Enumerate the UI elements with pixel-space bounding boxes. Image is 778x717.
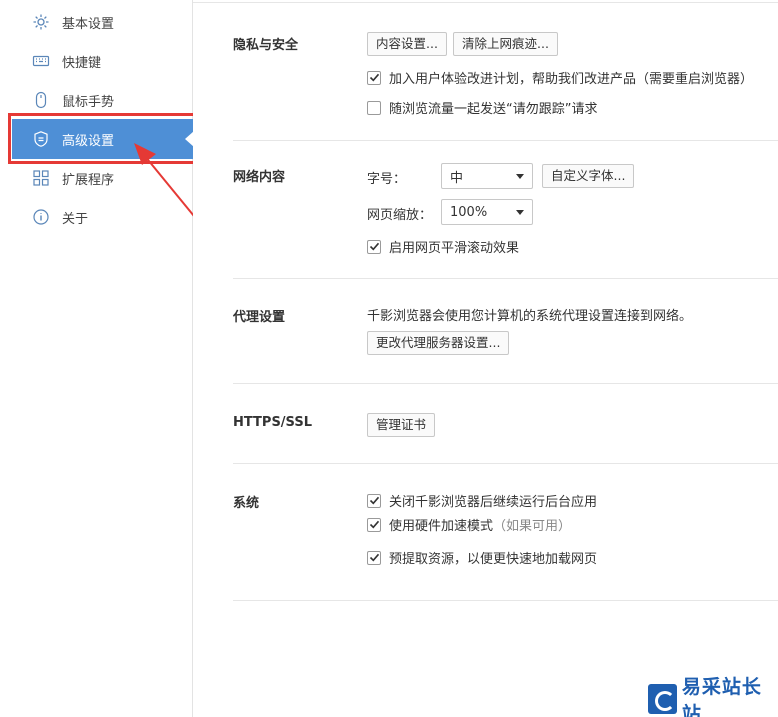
- zoom-select[interactable]: 100%: [441, 199, 533, 225]
- chevron-down-icon: [516, 173, 524, 179]
- sidebar-item-about[interactable]: 关于: [12, 197, 193, 237]
- settings-sidebar: 基本设置 快捷键 鼠标手势 高级设置 扩展程序 关于: [0, 0, 198, 717]
- checkbox-label: 使用硬件加速模式: [389, 519, 494, 534]
- section-system: 系统 关闭千影浏览器后继续运行后台应用 使用硬件加速模式 （如果可用） 预提取资…: [233, 464, 778, 601]
- font-size-label: 字号：: [367, 172, 407, 187]
- ux-program-checkbox[interactable]: 加入用户体验改进计划，帮助我们改进产品（需要重启浏览器）: [367, 68, 753, 87]
- gear-icon: [32, 13, 50, 31]
- sidebar-item-mouse-gestures[interactable]: 鼠标手势: [12, 80, 193, 120]
- checkbox-label: 关闭千影浏览器后继续运行后台应用: [389, 495, 598, 510]
- checkbox-checked[interactable]: [367, 493, 381, 508]
- checkbox-checked[interactable]: [367, 550, 381, 565]
- prefetch-checkbox[interactable]: 预提取资源，以便更快速地加载网页: [367, 548, 597, 567]
- sidebar-item-label: 鼠标手势: [62, 94, 115, 110]
- clear-history-button[interactable]: 清除上网痕迹...: [453, 32, 558, 56]
- sidebar-item-label: 快捷键: [62, 55, 102, 71]
- shield-icon: [32, 130, 50, 148]
- zoom-label: 网页缩放：: [367, 208, 433, 223]
- section-title: 网络内容: [233, 170, 286, 185]
- watermark-logo-icon: [648, 684, 677, 714]
- mouse-icon: [32, 91, 50, 109]
- do-not-track-checkbox[interactable]: 随浏览流量一起发送“请勿跟踪”请求: [367, 98, 597, 117]
- select-value: 100%: [450, 204, 488, 220]
- checkbox-label: 预提取资源，以便更快速地加载网页: [389, 552, 598, 567]
- checkbox-checked[interactable]: [367, 239, 381, 254]
- background-apps-checkbox[interactable]: 关闭千影浏览器后继续运行后台应用: [367, 491, 597, 510]
- section-title: HTTPS/SSL: [233, 415, 312, 430]
- site-watermark: 易采站长站: [642, 676, 778, 717]
- section-privacy-security: 隐私与安全 内容设置... 清除上网痕迹... 加入用户体验改进计划，帮助我们改…: [233, 0, 778, 141]
- manage-certificates-button[interactable]: 管理证书: [367, 413, 436, 437]
- checkbox-label: 随浏览流量一起发送“请勿跟踪”请求: [389, 102, 598, 117]
- sidebar-item-shortcuts[interactable]: 快捷键: [12, 41, 193, 81]
- content-settings-button[interactable]: 内容设置...: [367, 32, 447, 56]
- info-icon: [32, 208, 50, 226]
- checkbox-checked[interactable]: [367, 70, 381, 85]
- sidebar-item-label: 基本设置: [62, 16, 115, 32]
- checkbox-label-suffix: （如果可用）: [493, 519, 572, 534]
- chevron-down-icon: [516, 209, 524, 215]
- change-proxy-button[interactable]: 更改代理服务器设置...: [367, 331, 510, 355]
- section-title: 代理设置: [233, 310, 286, 325]
- sidebar-item-advanced-settings[interactable]: 高级设置: [12, 119, 194, 159]
- sidebar-item-basic-settings[interactable]: 基本设置: [12, 2, 193, 42]
- custom-fonts-button[interactable]: 自定义字体...: [542, 164, 635, 188]
- section-title: 隐私与安全: [233, 38, 299, 53]
- checkbox-checked[interactable]: [367, 517, 381, 532]
- sidebar-item-label: 高级设置: [62, 133, 115, 149]
- proxy-description: 千影浏览器会使用您计算机的系统代理设置连接到网络。: [367, 309, 693, 324]
- smooth-scroll-checkbox[interactable]: 启用网页平滑滚动效果: [367, 237, 519, 256]
- settings-main-panel: 隐私与安全 内容设置... 清除上网痕迹... 加入用户体验改进计划，帮助我们改…: [193, 0, 778, 717]
- hardware-acceleration-checkbox[interactable]: 使用硬件加速模式 （如果可用）: [367, 515, 571, 534]
- section-proxy: 代理设置 千影浏览器会使用您计算机的系统代理设置连接到网络。 更改代理服务器设置…: [233, 279, 778, 384]
- section-title: 系统: [233, 496, 260, 511]
- checkbox-unchecked[interactable]: [367, 100, 381, 115]
- extensions-grid-icon: [32, 169, 50, 187]
- sidebar-item-extensions[interactable]: 扩展程序: [12, 158, 193, 198]
- section-web-content: 网络内容 字号： 中 自定义字体... 网页缩放： 100% 启用网页平滑滚动效…: [233, 141, 778, 279]
- keyboard-icon: [32, 52, 50, 70]
- sidebar-item-label: 扩展程序: [62, 172, 115, 188]
- font-size-select[interactable]: 中: [441, 163, 533, 189]
- watermark-text: 易采站长站: [681, 676, 762, 717]
- section-https-ssl: HTTPS/SSL 管理证书: [233, 384, 778, 464]
- sidebar-item-label: 关于: [62, 211, 89, 227]
- select-value: 中: [450, 170, 464, 186]
- checkbox-label: 启用网页平滑滚动效果: [389, 241, 520, 256]
- checkbox-label: 加入用户体验改进计划，帮助我们改进产品（需要重启浏览器）: [389, 72, 754, 87]
